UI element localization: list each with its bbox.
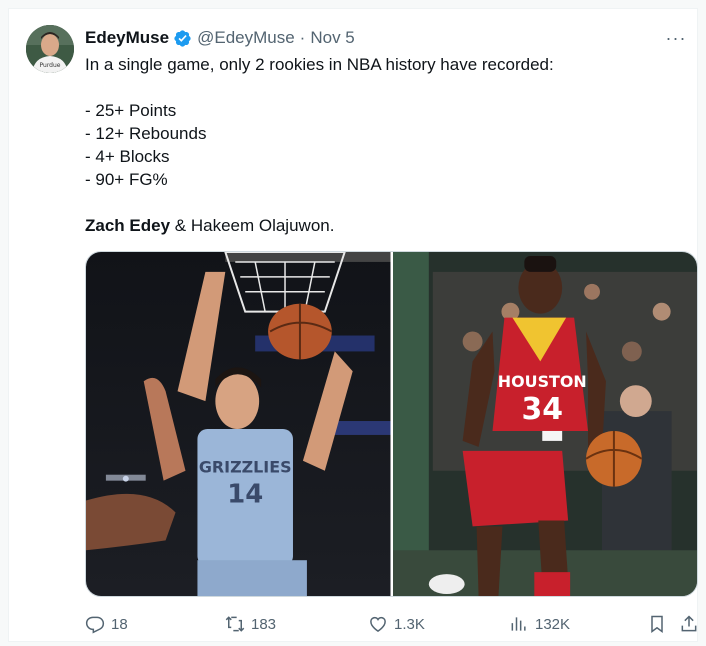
reply-icon (85, 616, 105, 634)
stat-line: - 12+ Rebounds (85, 124, 207, 143)
heart-icon (370, 616, 386, 632)
author-name[interactable]: EdeyMuse (85, 28, 169, 48)
tweet-date[interactable]: Nov 5 (310, 28, 354, 48)
like-button[interactable]: 1.3K (368, 613, 425, 635)
avatar-jersey-text: Purdue (40, 62, 61, 69)
player-rest: & Hakeem Olajuwon. (170, 216, 335, 235)
action-bar: 18 183 1.3K 132K (85, 613, 697, 635)
share-button[interactable] (679, 613, 705, 635)
more-options-icon[interactable]: ··· (663, 25, 689, 51)
like-count: 1.3K (394, 615, 425, 633)
bookmark-icon (651, 615, 663, 633)
repost-icon (225, 616, 245, 632)
player-name-bold: Zach Edey (85, 216, 171, 235)
bookmark-button[interactable] (647, 613, 673, 635)
jersey-team-left: GRIZZLIES (199, 458, 292, 477)
share-icon (681, 615, 697, 632)
repost-count: 183 (251, 615, 277, 633)
author-handle[interactable]: @EdeyMuse (197, 28, 295, 48)
tweet-line-players: Zach Edey & Hakeem Olajuwon. (85, 214, 685, 237)
media-grid: GRIZZLIES 14 HOUSTON 34 (85, 251, 698, 597)
stat-line: - 90+ FG% (85, 170, 168, 189)
stat-line: - 25+ Points (85, 101, 177, 120)
tweet-line-intro: In a single game, only 2 rookies in NBA … (85, 55, 554, 74)
separator-dot: · (299, 28, 306, 47)
tweet-text: In a single game, only 2 rookies in NBA … (85, 53, 685, 237)
photo-edey-dunk[interactable]: GRIZZLIES 14 (86, 252, 391, 596)
stat-line: - 4+ Blocks (85, 147, 170, 166)
tweet-card[interactable]: Purdue EdeyMuse @EdeyMuse · Nov 5 ··· In… (8, 8, 698, 642)
photo-olajuwon[interactable]: HOUSTON 34 (392, 252, 697, 596)
tweet-header: EdeyMuse @EdeyMuse · Nov 5 (85, 27, 355, 49)
verified-badge-icon[interactable] (173, 29, 192, 48)
reply-count: 18 (111, 615, 128, 633)
reply-button[interactable]: 18 (85, 613, 128, 635)
views-count: 132K (535, 615, 571, 633)
avatar[interactable]: Purdue (26, 25, 74, 73)
views-chart-icon (511, 617, 526, 631)
jersey-number-right: 34 (521, 392, 563, 427)
jersey-number-left: 14 (227, 480, 263, 510)
repost-button[interactable]: 183 (225, 613, 276, 635)
jersey-team-right: HOUSTON (497, 372, 586, 391)
views-button[interactable]: 132K (509, 613, 570, 635)
